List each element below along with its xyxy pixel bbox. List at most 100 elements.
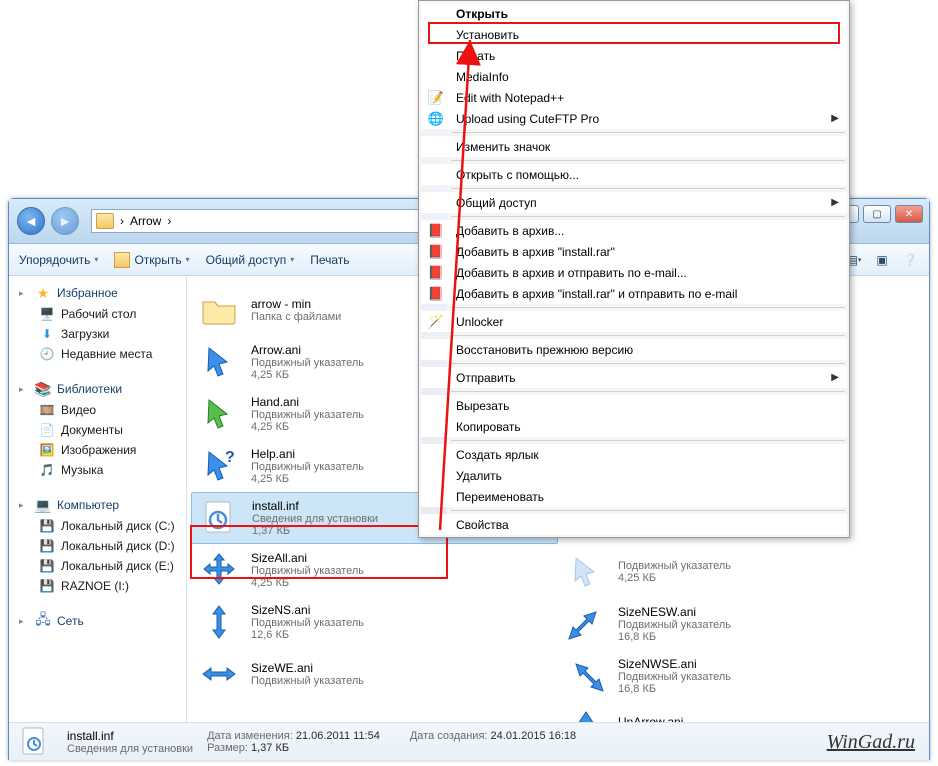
file-thumb-icon — [564, 654, 608, 698]
file-name: SizeNESW.ani — [618, 605, 731, 619]
nav-back-button[interactable]: ◄ — [17, 207, 45, 235]
context-menu-item[interactable]: Общий доступ▶ — [421, 192, 847, 213]
file-item[interactable]: SizeNWSE.ani Подвижный указатель 16,8 КБ — [558, 650, 925, 702]
toolbar-open[interactable]: Открыть▾ — [114, 252, 189, 268]
toolbar-organize[interactable]: Упорядочить▾ — [19, 253, 98, 267]
file-thumb-icon — [198, 496, 242, 540]
menu-item-label: Восстановить прежнюю версию — [456, 343, 633, 357]
submenu-arrow-icon: ▶ — [831, 113, 839, 124]
file-name: SizeAll.ani — [251, 551, 364, 565]
context-menu-item[interactable]: Печать — [421, 45, 847, 66]
context-menu-item[interactable]: Удалить — [421, 465, 847, 486]
context-menu-item[interactable]: 🪄Unlocker — [421, 311, 847, 332]
toolbar-print[interactable]: Печать — [310, 253, 349, 267]
nav-forward-button[interactable]: ► — [51, 207, 79, 235]
file-item[interactable]: SizeNS.ani Подвижный указатель 12,6 КБ — [191, 596, 558, 648]
sidebar-item-drive-d[interactable]: 💾Локальный диск (D:) — [19, 536, 186, 556]
file-info: SizeNESW.ani Подвижный указатель 16,8 КБ — [618, 605, 731, 643]
sidebar-item-docs[interactable]: 📄Документы — [19, 420, 186, 440]
context-menu-item[interactable]: 📕Добавить в архив и отправить по e-mail.… — [421, 262, 847, 283]
drive-icon: 💾 — [39, 558, 55, 574]
sidebar-item-music[interactable]: 🎵Музыка — [19, 460, 186, 480]
file-size: 4,25 КБ — [251, 421, 364, 433]
maximize-button[interactable]: ▢ — [863, 205, 891, 223]
submenu-arrow-icon: ▶ — [831, 372, 839, 383]
context-menu-item[interactable]: 📝Edit with Notepad++ — [421, 87, 847, 108]
file-thumb-icon — [564, 602, 608, 646]
computer-header[interactable]: ▸💻 Компьютер — [19, 494, 186, 516]
docs-icon: 📄 — [39, 422, 55, 438]
toolbar-view-icons: ▤▾ ▣ ❔ — [845, 251, 919, 269]
context-menu-item[interactable]: Открыть с помощью... — [421, 164, 847, 185]
context-menu-item[interactable]: Копировать — [421, 416, 847, 437]
network-header[interactable]: ▸🖧 Сеть — [19, 610, 186, 632]
context-menu-item[interactable]: Отправить▶ — [421, 367, 847, 388]
context-menu-item[interactable]: Открыть — [421, 3, 847, 24]
menu-item-icon: 📕 — [427, 286, 445, 302]
file-info: SizeAll.ani Подвижный указатель 4,25 КБ — [251, 551, 364, 589]
file-size: 4,25 КБ — [251, 369, 364, 381]
context-menu-item[interactable]: Создать ярлык — [421, 444, 847, 465]
desktop-icon: 🖥️ — [39, 306, 55, 322]
file-item[interactable]: SizeAll.ani Подвижный указатель 4,25 КБ — [191, 544, 558, 596]
menu-item-label: Вырезать — [456, 399, 509, 413]
context-menu-separator — [451, 363, 845, 364]
menu-item-label: Печать — [456, 49, 495, 63]
computer-icon: 💻 — [35, 497, 51, 513]
details-mod-label: Дата изменения: — [207, 730, 293, 742]
context-menu-item[interactable]: Изменить значок — [421, 136, 847, 157]
menu-item-label: Копировать — [456, 420, 521, 434]
folder-icon — [96, 213, 114, 229]
submenu-arrow-icon: ▶ — [831, 197, 839, 208]
favorites-header[interactable]: ▸★ Избранное — [19, 282, 186, 304]
preview-pane-icon[interactable]: ▣ — [873, 251, 891, 269]
context-menu-item[interactable]: Переименовать — [421, 486, 847, 507]
video-icon: 🎞️ — [39, 402, 55, 418]
sidebar-item-recent[interactable]: 🕘Недавние места — [19, 344, 186, 364]
file-size: 4,25 КБ — [251, 577, 364, 589]
context-menu-item[interactable]: 📕Добавить в архив "install.rar" — [421, 241, 847, 262]
sidebar-item-drive-i[interactable]: 💾RAZNOE (I:) — [19, 576, 186, 596]
file-item[interactable]: SizeNESW.ani Подвижный указатель 16,8 КБ — [558, 598, 925, 650]
context-menu-item[interactable]: 📕Добавить в архив "install.rar" и отправ… — [421, 283, 847, 304]
menu-item-label: Создать ярлык — [456, 448, 539, 462]
sidebar-item-images[interactable]: 🖼️Изображения — [19, 440, 186, 460]
context-menu-item[interactable]: 🌐Upload using CuteFTP Pro▶ — [421, 108, 847, 129]
libraries-header[interactable]: ▸📚 Библиотеки — [19, 378, 186, 400]
toolbar-share[interactable]: Общий доступ▾ — [206, 253, 295, 267]
help-icon[interactable]: ❔ — [901, 251, 919, 269]
file-item[interactable]: UnArrow.ani Подвижный указатель — [558, 702, 925, 722]
file-item[interactable]: Подвижный указатель 4,25 КБ — [558, 546, 925, 598]
details-created-value: 24.01.2015 16:18 — [491, 730, 577, 742]
close-button[interactable]: ✕ — [895, 205, 923, 223]
sidebar-item-video[interactable]: 🎞️Видео — [19, 400, 186, 420]
file-info: arrow - min Папка с файлами — [251, 297, 341, 323]
context-menu: ОткрытьУстановить Печать MediaInfo📝Edit wi… — [418, 0, 850, 538]
file-name: SizeNS.ani — [251, 603, 364, 617]
file-name: SizeWE.ani — [251, 661, 364, 675]
menu-item-label: Переименовать — [456, 490, 544, 504]
context-menu-item[interactable]: Вырезать — [421, 395, 847, 416]
network-icon: 🖧 — [35, 613, 51, 629]
star-icon: ★ — [35, 285, 51, 301]
file-item[interactable]: SizeWE.ani Подвижный указатель — [191, 648, 558, 700]
file-info: install.inf Сведения для установки 1,37 … — [252, 499, 378, 537]
context-menu-item[interactable]: Восстановить прежнюю версию — [421, 339, 847, 360]
sidebar-item-drive-c[interactable]: 💾Локальный диск (C:) — [19, 516, 186, 536]
breadcrumb-folder[interactable]: Arrow — [130, 214, 161, 228]
context-menu-item[interactable]: Установить — [421, 24, 847, 45]
sidebar-item-downloads[interactable]: ⬇Загрузки — [19, 324, 186, 344]
details-size-value: 1,37 КБ — [251, 742, 289, 754]
context-menu-item[interactable]: MediaInfo — [421, 66, 847, 87]
context-menu-item[interactable]: Свойства — [421, 514, 847, 535]
file-thumb-icon — [197, 652, 241, 696]
file-thumb-icon — [197, 548, 241, 592]
file-name: Help.ani — [251, 447, 364, 461]
context-menu-item[interactable]: 📕Добавить в архив... — [421, 220, 847, 241]
file-name: UnArrow.ani — [618, 715, 731, 722]
details-pane: install.inf Сведения для установки Дата … — [9, 722, 929, 760]
sidebar-item-drive-e[interactable]: 💾Локальный диск (E:) — [19, 556, 186, 576]
sidebar-item-desktop[interactable]: 🖥️Рабочий стол — [19, 304, 186, 324]
file-size: 16,8 КБ — [618, 631, 731, 643]
file-desc: Подвижный указатель — [251, 357, 364, 369]
